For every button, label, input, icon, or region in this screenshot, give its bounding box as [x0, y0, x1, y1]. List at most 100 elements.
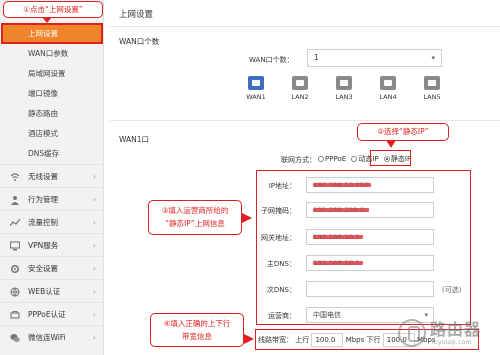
sidebar-item-static-route[interactable]: 静态路由 [0, 105, 104, 122]
callout-pointer [42, 17, 52, 23]
sidebar-item-hotel-mode[interactable]: 酒店模式 [0, 125, 104, 142]
ethernet-port-icon [248, 76, 264, 90]
wan-count-label: WAN口个数： [249, 56, 294, 64]
callout-step3-line2: “静态IP”上网信息 [165, 219, 225, 228]
radio-icon [351, 156, 358, 162]
callout-pointer [244, 334, 254, 344]
sidebar-active-highlight [1, 23, 103, 44]
sidebar-item-port-mirror[interactable]: 端口镜像 [0, 85, 104, 102]
wifi-icon [10, 173, 20, 181]
primary-dns-value: 192.168.10.1 [313, 259, 360, 267]
sidebar-group-label: 行为管理 [28, 195, 58, 204]
subnet-mask-value: 255.255.255.0 [313, 206, 365, 214]
sidebar-group-wechat-wifi[interactable]: 微信连WiFi › [0, 325, 104, 348]
port-lan4: LAN4 [377, 76, 399, 101]
port-label: WAN1 [246, 93, 266, 101]
sidebar-group-label: WEB认证 [28, 287, 61, 296]
sidebar-group-label: 安全设置 [28, 264, 58, 273]
wan-count-select[interactable]: 1 ▾ [307, 49, 442, 67]
sidebar-group-pppoe-auth[interactable]: PPPoE认证 › [0, 302, 104, 325]
chevron-right-icon: › [92, 287, 96, 296]
downstream-label: 下行 [366, 336, 381, 344]
security-gear-icon [10, 264, 20, 274]
port-lan2: LAN2 [289, 76, 311, 101]
chevron-down-icon: ▾ [431, 54, 435, 62]
callout-step2: ②选择“静态IP” [357, 123, 449, 141]
upstream-label: 上行 [295, 336, 310, 344]
chevron-right-icon: › [92, 172, 96, 181]
section-divider [110, 120, 500, 121]
ip-address-input[interactable]: 192.168.10.250 [306, 177, 434, 193]
sidebar-item-wan-params[interactable]: WAN口参数 [0, 45, 104, 62]
sidebar-group-label: 流量控制 [28, 218, 58, 227]
gateway-input[interactable]: 192.168.10.1 [306, 229, 434, 245]
bandwidth-label: 线路带宽： [258, 336, 293, 344]
pppoe-icon [10, 310, 20, 319]
sidebar-group-wireless[interactable]: 无线设置 › [0, 164, 104, 187]
sidebar-group-vpn[interactable]: VPN服务 › [0, 233, 104, 256]
wan-count-value: 1 [314, 53, 319, 62]
callout-step3-line1: ③填入运营商所给的 [161, 206, 229, 215]
sidebar-group-label: PPPoE认证 [28, 310, 66, 319]
upstream-unit: Mbps [345, 336, 365, 344]
dns2-label: 次DNS： [266, 286, 296, 294]
sidebar-group-label: 微信连WiFi [28, 333, 66, 342]
ethernet-port-icon [424, 76, 440, 90]
static-ip-highlight [370, 150, 411, 166]
gateway-value: 192.168.10.1 [313, 233, 360, 241]
upstream-input[interactable]: 100.0 [311, 333, 344, 347]
section-title-wan-count: WAN口个数 [119, 37, 160, 46]
port-label: LAN4 [379, 93, 397, 101]
dns1-label: 主DNS： [266, 260, 296, 268]
watermark-text: 路由器 [430, 320, 482, 339]
radio-label: PPPoE [325, 155, 347, 163]
chevron-right-icon: › [92, 264, 96, 273]
sidebar-group-web-auth[interactable]: WEB认证 › [0, 279, 104, 302]
callout-step3: ③填入运营商所给的 “静态IP”上网信息 [148, 200, 242, 235]
watermark-url: luyouqi.com [432, 338, 472, 346]
callout-step4-line1: ④填入正确的上下行 [163, 319, 231, 328]
callout-pointer [386, 140, 396, 148]
watermark-logo-icon [398, 319, 426, 347]
behavior-icon [11, 196, 19, 205]
ip-address-value: 192.168.10.250 [313, 181, 369, 189]
ethernet-port-icon [292, 76, 308, 90]
callout-step1-text: ①点击“上网设置” [23, 5, 83, 14]
chevron-right-icon: › [92, 218, 96, 227]
traffic-icon [10, 218, 20, 227]
sidebar-group-security[interactable]: 安全设置 › [0, 256, 104, 279]
port-lan3: LAN3 [333, 76, 355, 101]
ethernet-port-icon [380, 76, 396, 90]
ip-label: IP地址： [268, 182, 296, 190]
sidebar-group-behavior[interactable]: 行为管理 › [0, 187, 104, 210]
static-ip-form-highlight [256, 170, 471, 325]
callout-step1: ①点击“上网设置” [3, 1, 103, 18]
port-label: LAN5 [423, 93, 441, 101]
section-title-wan1: WAN1口 [119, 135, 150, 144]
sidebar-item-lan-settings[interactable]: 局域网设置 [0, 65, 104, 82]
port-label: LAN3 [335, 93, 353, 101]
vpn-icon [10, 241, 20, 251]
title-divider [110, 26, 500, 27]
radio-pppoe[interactable]: PPPoE [318, 155, 346, 163]
radio-icon [318, 156, 324, 162]
chevron-right-icon: › [92, 241, 96, 250]
chevron-right-icon: › [92, 195, 96, 204]
callout-step4-line2: 带宽信息 [182, 332, 212, 341]
callout-step4: ④填入正确的上下行 带宽信息 [150, 313, 244, 347]
sidebar-item-dns-cache[interactable]: DNS缓存 [0, 145, 104, 162]
primary-dns-input[interactable]: 192.168.10.1 [306, 255, 434, 271]
wechat-icon [10, 334, 20, 343]
subnet-mask-input[interactable]: 255.255.255.0 [306, 202, 434, 218]
sidebar-group-label: VPN服务 [28, 241, 59, 250]
page-title: 上网设置 [119, 10, 154, 20]
chevron-right-icon: › [92, 310, 96, 319]
callout-step2-text: ②选择“静态IP” [377, 127, 429, 136]
gateway-label: 网关地址： [261, 234, 296, 242]
isp-value: 中国电信 [313, 311, 341, 319]
chevron-right-icon: › [92, 333, 96, 342]
callout-pointer [242, 213, 252, 223]
secondary-dns-input[interactable] [306, 281, 434, 297]
sidebar-group-traffic[interactable]: 流量控制 › [0, 210, 104, 233]
sidebar: 上网设置 WAN口参数 局域网设置 端口镜像 静态路由 酒店模式 DNS缓存 无… [0, 0, 104, 355]
